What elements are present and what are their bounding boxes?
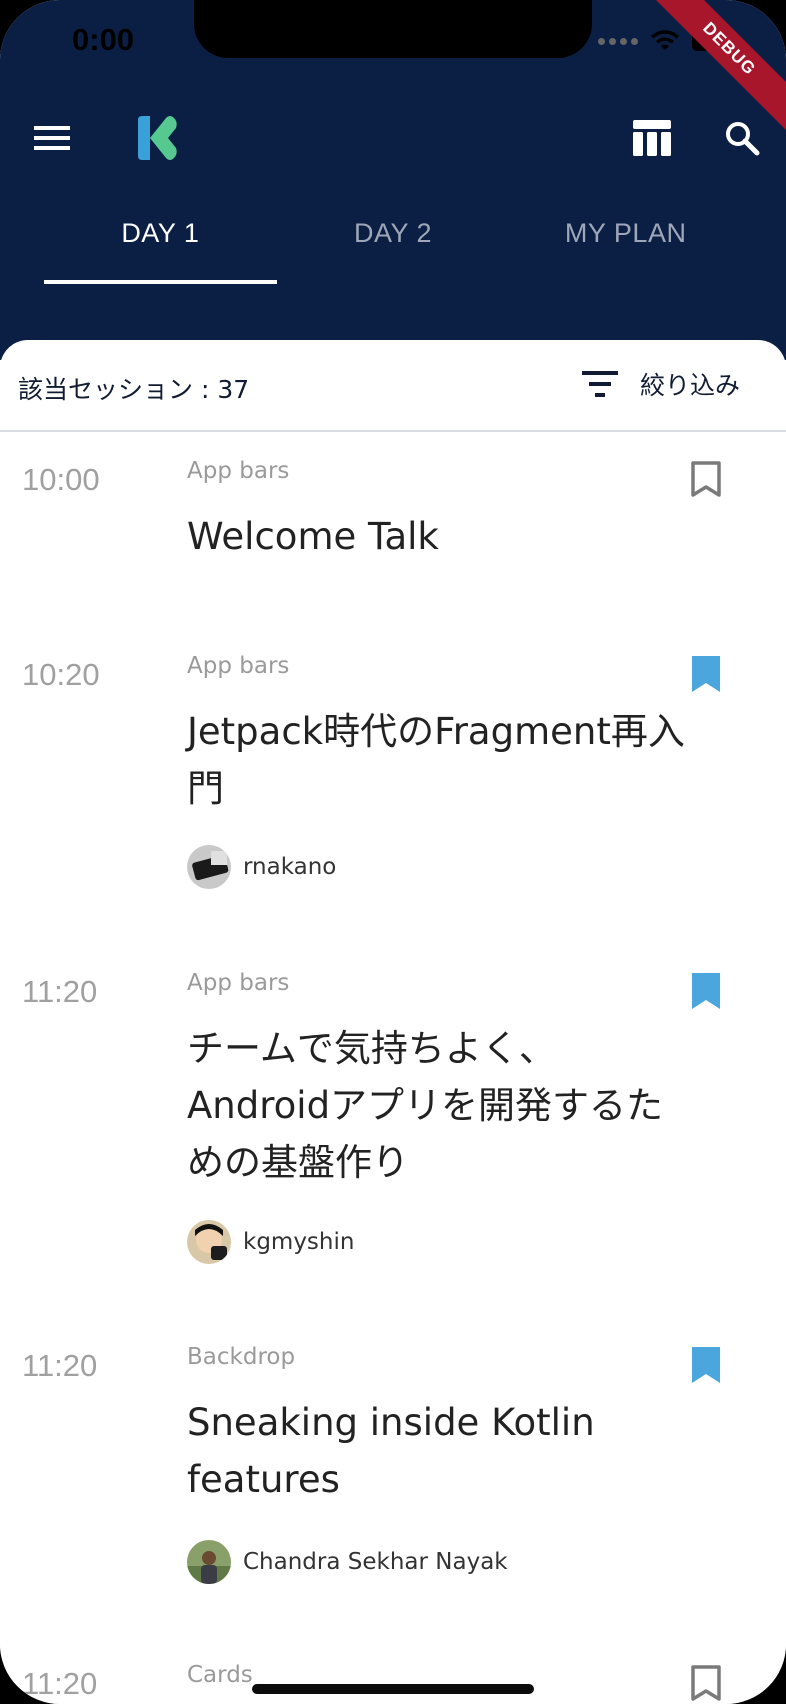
filter-bar: 該当セッション : 37 絞り込み — [0, 340, 786, 432]
device-notch — [194, 0, 592, 58]
session-item[interactable]: 11:20 Backdrop Sneaking inside Kotlin fe… — [0, 1344, 786, 1618]
search-icon — [726, 122, 760, 156]
status-time: 0:00 — [72, 22, 135, 57]
session-title: Jetpack時代のFragment再入門 — [187, 710, 685, 810]
speaker[interactable]: Chandra Sekhar Nayak — [187, 1540, 508, 1584]
filter-label: 絞り込み — [639, 371, 740, 400]
menu-icon — [34, 126, 70, 150]
home-indicator[interactable] — [252, 1684, 534, 1694]
tab-day-1[interactable]: DAY 1 — [44, 190, 277, 284]
session-list-sheet: 該当セッション : 37 絞り込み 10:00 App bars Welcome… — [0, 340, 786, 1704]
speaker-name: Chandra Sekhar Nayak — [243, 1549, 508, 1575]
day-tabs: DAY 1 DAY 2 MY PLAN — [44, 190, 742, 284]
signal-icon — [598, 37, 638, 45]
session-category: App bars — [187, 653, 290, 679]
session-title: Welcome Talk — [187, 515, 439, 558]
speaker-avatar — [187, 1220, 231, 1264]
table-icon — [633, 120, 671, 156]
speaker-avatar — [187, 1540, 231, 1584]
session-title: チームで気持ちよく、Androidアプリを開発するための基盤作り — [187, 1027, 664, 1184]
tab-day-2[interactable]: DAY 2 — [277, 190, 510, 284]
bookmark-icon[interactable] — [690, 460, 722, 498]
speaker-avatar — [187, 845, 231, 889]
speaker-name: rnakano — [243, 854, 337, 880]
session-item[interactable]: 10:00 App bars Welcome Talk — [0, 458, 786, 622]
bookmark-icon[interactable] — [690, 1664, 722, 1702]
wifi-icon — [651, 30, 679, 50]
tab-my-plan[interactable]: MY PLAN — [509, 190, 742, 284]
bookmark-icon[interactable] — [690, 1346, 722, 1384]
session-category: App bars — [187, 970, 290, 996]
bookmark-icon[interactable] — [690, 655, 722, 693]
app-logo — [132, 114, 180, 162]
search-button[interactable] — [720, 116, 764, 160]
speaker[interactable]: kgmyshin — [187, 1220, 354, 1264]
session-time: 10:00 — [22, 462, 100, 497]
session-title: Sneaking inside Kotlin features — [187, 1401, 595, 1501]
timetable-button[interactable] — [630, 116, 674, 160]
session-category: Cards — [187, 1662, 253, 1688]
session-category: Backdrop — [187, 1344, 296, 1370]
app-bar: 0:00 DEBUG DAY 1 DAY 2 MY PLAN — [0, 0, 786, 360]
bookmark-icon[interactable] — [690, 972, 722, 1010]
menu-button[interactable] — [30, 116, 74, 160]
app-screen: 0:00 DEBUG DAY 1 DAY 2 MY PLAN 該当セッション:… — [0, 0, 786, 1704]
session-time: 11:20 — [22, 1666, 98, 1701]
session-time: 11:20 — [22, 1348, 98, 1383]
session-count: 該当セッション : 37 — [18, 375, 250, 404]
filter-button[interactable]: 絞り込み — [581, 366, 740, 402]
session-category: App bars — [187, 458, 290, 484]
session-item[interactable]: 11:20 App bars チームで気持ちよく、Androidアプリを開発する… — [0, 970, 786, 1294]
speaker-name: kgmyshin — [243, 1229, 355, 1255]
session-time: 10:20 — [22, 657, 100, 692]
speaker[interactable]: rnakano — [187, 845, 336, 889]
session-time: 11:20 — [22, 974, 98, 1009]
droidkaigi-logo-icon — [138, 116, 177, 160]
filter-icon — [581, 371, 618, 397]
session-item[interactable]: 10:20 App bars Jetpack時代のFragment再入門 rna… — [0, 653, 786, 937]
